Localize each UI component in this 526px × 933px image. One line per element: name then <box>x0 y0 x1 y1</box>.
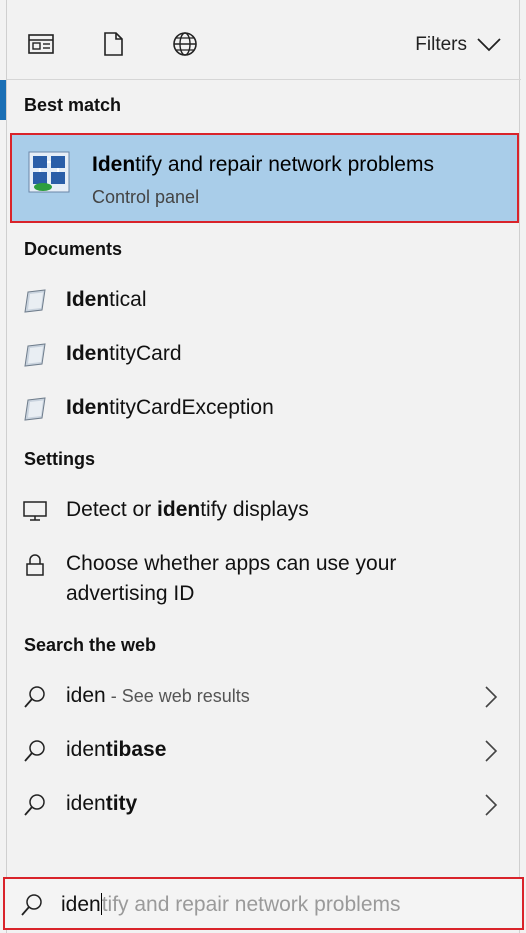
best-match-title: Identify and repair network problems <box>92 153 434 176</box>
setting-item-advertising-id[interactable]: Choose whether apps can use your adverti… <box>7 540 521 620</box>
search-icon <box>24 740 45 762</box>
documents-icon[interactable] <box>99 30 127 58</box>
search-icon <box>24 686 45 708</box>
web-result-identibase[interactable]: identibase <box>7 724 521 778</box>
search-input[interactable]: identify and repair network problems <box>3 877 524 930</box>
search-icon <box>21 894 42 916</box>
best-match-heading: Best match <box>24 95 122 115</box>
chevron-right-icon <box>485 740 498 762</box>
settings-heading: Settings <box>24 449 96 469</box>
document-item-identitycard[interactable]: IdentityCard <box>7 328 521 382</box>
document-item-identitycardexception[interactable]: IdentityCardException <box>7 382 521 436</box>
web-result-iden[interactable]: iden - See web results <box>7 670 521 724</box>
document-item-label: Identical <box>66 288 147 311</box>
best-match-result[interactable]: Identify and repair network problems Con… <box>10 133 519 223</box>
chevron-down-icon <box>477 38 501 52</box>
web-result-label: identibase <box>66 738 167 761</box>
document-file-icon <box>24 397 46 421</box>
document-item-label: IdentityCardException <box>66 396 274 419</box>
document-file-icon <box>24 289 46 313</box>
web-result-label: iden - See web results <box>66 684 250 707</box>
search-icon <box>24 794 45 816</box>
search-query-text: identify and repair network problems <box>61 893 401 916</box>
filters-button[interactable]: Filters <box>415 32 501 58</box>
search-flyout-frame: Filters Best match Identify and repair n… <box>0 0 526 933</box>
network-troubleshooter-icon <box>28 151 70 193</box>
filters-label: Filters <box>415 34 467 55</box>
setting-item-label: Choose whether apps can use your adverti… <box>66 552 397 605</box>
document-file-icon <box>24 343 46 367</box>
filter-toolbar: Filters <box>7 0 521 80</box>
best-match-subtitle: Control panel <box>92 187 200 207</box>
search-web-heading: Search the web <box>24 635 157 655</box>
chevron-right-icon <box>485 686 498 708</box>
web-icon[interactable] <box>171 30 199 58</box>
chevron-right-icon <box>485 794 498 816</box>
web-result-identity[interactable]: identity <box>7 778 521 832</box>
apps-icon[interactable] <box>27 30 55 58</box>
documents-heading: Documents <box>24 239 123 259</box>
setting-item-detect-displays[interactable]: Detect or identify displays <box>7 484 521 538</box>
document-item-identical[interactable]: Identical <box>7 274 521 328</box>
setting-item-label: Detect or identify displays <box>66 498 309 521</box>
document-item-label: IdentityCard <box>66 342 182 365</box>
lock-icon <box>26 554 44 576</box>
search-results-panel: Filters Best match Identify and repair n… <box>6 0 521 933</box>
web-result-label: identity <box>66 792 138 815</box>
autocomplete-suggestion: tify and repair network problems <box>101 893 401 916</box>
monitor-icon <box>23 501 47 521</box>
